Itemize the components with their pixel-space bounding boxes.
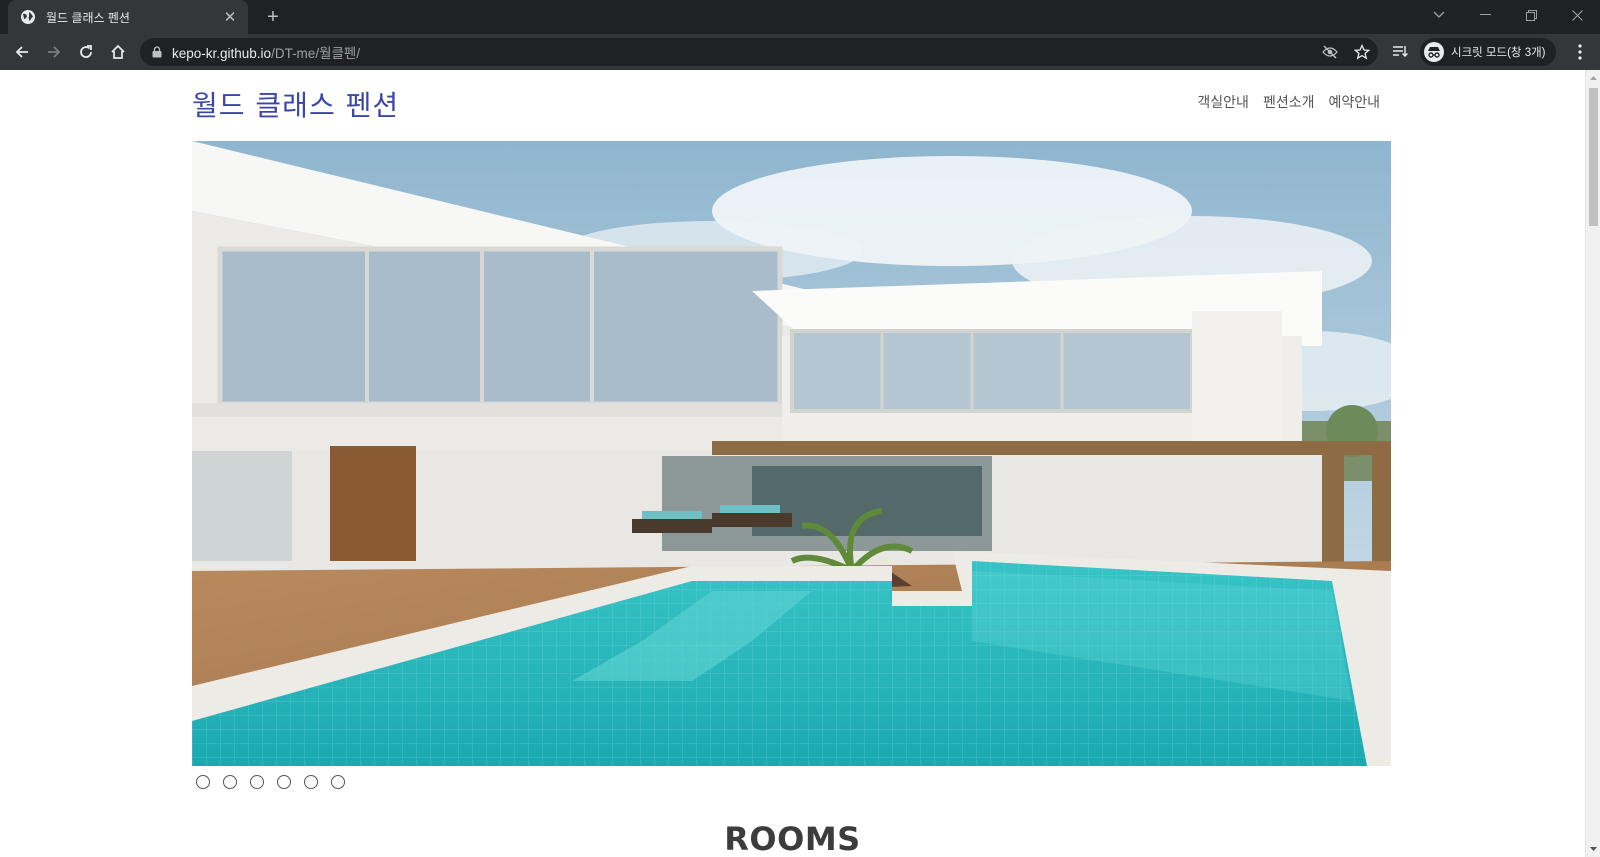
reload-icon[interactable] [74, 40, 98, 64]
lock-icon [152, 46, 162, 58]
tab-strip: 월드 클래스 펜션 ✕ + [0, 0, 1600, 34]
browser-tab-active[interactable]: 월드 클래스 펜션 ✕ [8, 0, 248, 34]
incognito-icon [1424, 42, 1444, 62]
browser-menu-icon[interactable] [1568, 40, 1592, 64]
page-scrollbar[interactable] [1585, 70, 1600, 857]
address-bar[interactable]: kepo-kr.github.io/DT-me/월클펜/ [140, 38, 1378, 66]
hero-slide-image[interactable] [192, 141, 1391, 766]
page-viewport: 월드 클래스 펜션 객실안내 펜션소개 예약안내 ROOMS [0, 70, 1585, 857]
slider-dot-5[interactable] [304, 775, 318, 789]
reading-list-icon[interactable] [1388, 40, 1412, 64]
slider-dot-3[interactable] [250, 775, 264, 789]
minimize-icon[interactable] [1462, 0, 1508, 30]
site-nav: 객실안내 펜션소개 예약안내 [1197, 92, 1380, 112]
forward-icon[interactable] [42, 40, 66, 64]
slider-dot-6[interactable] [331, 775, 345, 789]
slider-pagination [196, 775, 345, 789]
slider-dot-2[interactable] [223, 775, 237, 789]
slider-dot-1[interactable] [196, 775, 210, 789]
close-window-icon[interactable] [1554, 0, 1600, 30]
pool-villa-photo [192, 141, 1391, 766]
tracking-blocked-icon[interactable] [1314, 38, 1346, 66]
incognito-profile-button[interactable]: 시크릿 모드(창 3개) [1420, 38, 1556, 66]
back-icon[interactable] [10, 40, 34, 64]
tab-close-icon[interactable]: ✕ [222, 8, 238, 26]
browser-toolbar: kepo-kr.github.io/DT-me/월클펜/ 시크릿 모드(창 3개… [0, 34, 1600, 70]
home-icon[interactable] [106, 40, 130, 64]
globe-icon [21, 10, 35, 24]
incognito-label: 시크릿 모드(창 3개) [1451, 47, 1546, 59]
tab-title: 월드 클래스 펜션 [46, 10, 130, 25]
nav-reservation[interactable]: 예약안내 [1328, 92, 1380, 112]
site-logo[interactable]: 월드 클래스 펜션 [192, 84, 399, 124]
new-tab-button[interactable]: + [260, 4, 286, 30]
bookmark-star-icon[interactable] [1346, 38, 1378, 66]
slider-dot-4[interactable] [277, 775, 291, 789]
scroll-up-icon[interactable] [1586, 72, 1600, 84]
rooms-section-title: ROOMS [724, 820, 861, 857]
scroll-down-icon[interactable] [1586, 843, 1600, 855]
nav-rooms[interactable]: 객실안내 [1197, 92, 1249, 112]
url-text: kepo-kr.github.io/DT-me/월클펜/ [172, 46, 361, 61]
nav-about[interactable]: 펜션소개 [1263, 92, 1315, 112]
tab-search-icon[interactable] [1416, 0, 1462, 30]
restore-icon[interactable] [1508, 0, 1554, 30]
scrollbar-thumb[interactable] [1589, 88, 1598, 226]
